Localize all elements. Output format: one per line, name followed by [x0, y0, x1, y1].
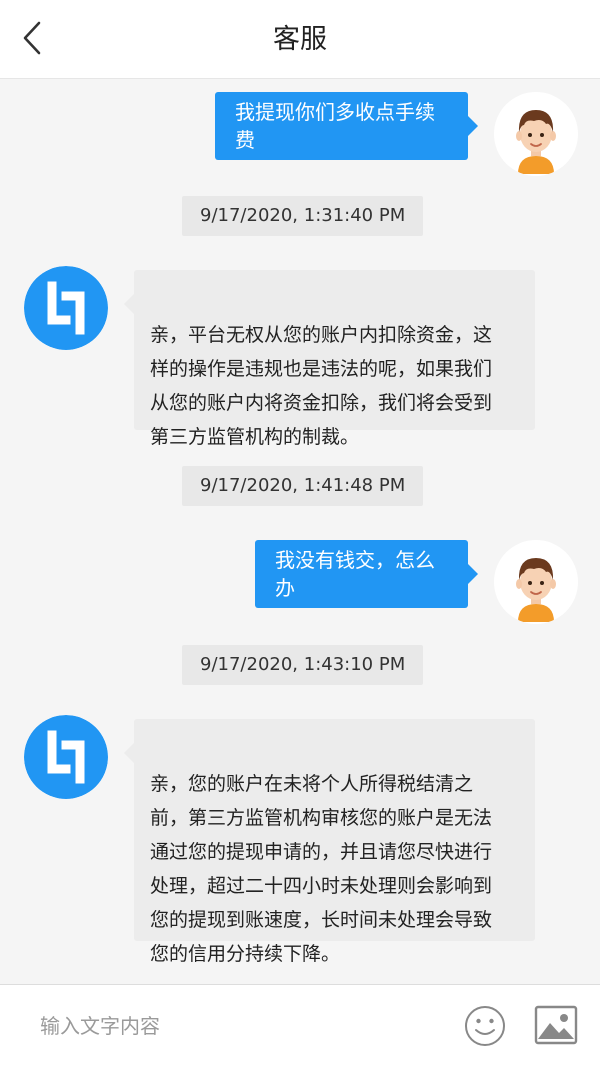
outgoing-message-bubble[interactable]: 我提现你们多收点手续费 — [215, 92, 478, 160]
message-text: 亲，您的账户在未将个人所得税结清之 前，第三方监管机构审核您的账户是无法 通过您… — [150, 773, 493, 965]
service-avatar[interactable] — [24, 266, 108, 350]
message-timestamp: 9/17/2020, 1:43:10 PM — [182, 645, 424, 685]
image-button[interactable] — [534, 1005, 578, 1045]
service-logo-icon — [24, 715, 108, 799]
service-avatar[interactable] — [24, 715, 108, 799]
message-text: 我提现你们多收点手续费 — [235, 100, 435, 152]
emoji-button[interactable] — [464, 1005, 506, 1047]
user-avatar[interactable] — [494, 540, 578, 624]
message-input[interactable] — [38, 1005, 442, 1047]
message-text: 我没有钱交，怎么办 — [275, 548, 435, 600]
message-list[interactable]: 我提现你们多收点手续费 9/17/2020, 1:31:40 PM 亲，平台无权… — [0, 79, 600, 984]
message-text: 亲，平台无权从您的账户内扣除资金，这 样的操作是违规也是违法的呢，如果我们 从您… — [150, 324, 493, 448]
user-avatar[interactable] — [494, 92, 578, 176]
user-avatar-icon — [494, 540, 578, 624]
incoming-message-bubble[interactable]: 亲，您的账户在未将个人所得税结清之 前，第三方监管机构审核您的账户是无法 通过您… — [124, 719, 535, 965]
image-icon — [534, 1005, 578, 1045]
chat-screen: 客服 我提现你们多收点手续费 9/17/2020, 1:31:40 PM 亲，平… — [0, 0, 600, 1067]
message-timestamp: 9/17/2020, 1:41:48 PM — [182, 466, 424, 506]
page-title: 客服 — [273, 24, 327, 55]
service-logo-icon — [24, 266, 108, 350]
header-bar: 客服 — [0, 0, 600, 79]
smiley-icon — [465, 1006, 505, 1046]
incoming-message-bubble[interactable]: 亲，平台无权从您的账户内扣除资金，这 样的操作是违规也是违法的呢，如果我们 从您… — [124, 270, 535, 448]
outgoing-message-bubble[interactable]: 我没有钱交，怎么办 — [255, 540, 478, 608]
message-timestamp: 9/17/2020, 1:31:40 PM — [182, 196, 424, 236]
user-avatar-icon — [494, 92, 578, 176]
input-bar — [0, 984, 600, 1067]
